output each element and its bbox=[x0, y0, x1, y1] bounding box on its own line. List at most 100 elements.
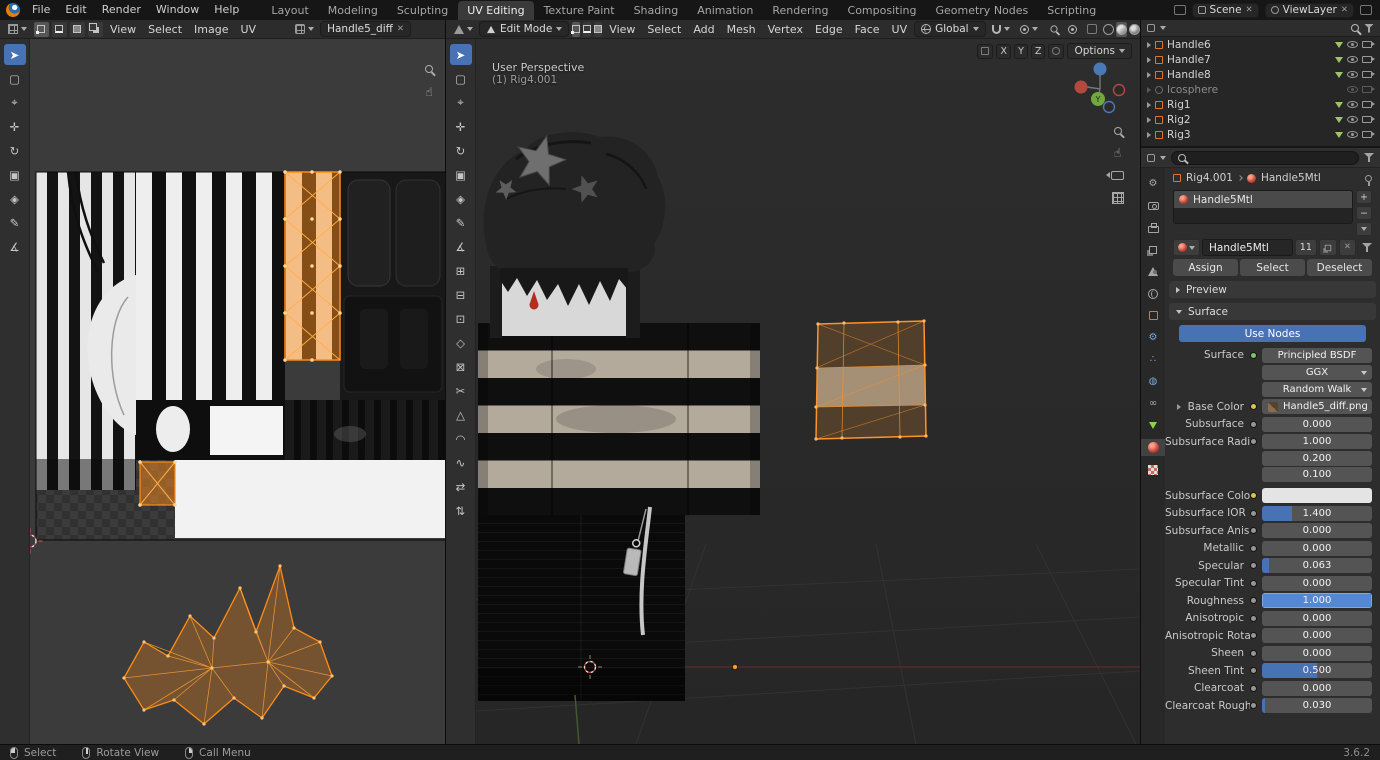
filter-icon[interactable] bbox=[1362, 243, 1372, 252]
expand-icon[interactable] bbox=[1147, 86, 1151, 93]
anisotropic-slider[interactable]: 0.000 bbox=[1262, 610, 1372, 626]
rotate-tool-icon[interactable]: ↻ bbox=[4, 140, 26, 161]
vp-menu-mesh[interactable]: Mesh bbox=[722, 20, 761, 39]
breadcrumb-object[interactable]: Rig4.001 bbox=[1186, 172, 1233, 184]
hide-eye-icon[interactable] bbox=[1347, 86, 1358, 93]
overlays-toggle[interactable] bbox=[1064, 24, 1081, 34]
uv-face-select-button[interactable] bbox=[69, 21, 85, 37]
shading-solid-button[interactable] bbox=[1115, 21, 1127, 37]
editors-icon[interactable] bbox=[1173, 5, 1186, 15]
preview-panel-header[interactable]: Preview bbox=[1169, 281, 1376, 298]
render-visibility-icon[interactable] bbox=[1362, 71, 1375, 78]
vp-menu-select[interactable]: Select bbox=[642, 20, 686, 39]
subsurface-color-swatch[interactable] bbox=[1262, 488, 1372, 503]
tab-modifiers[interactable]: ⚙ bbox=[1141, 329, 1165, 346]
workspace-tab-scripting[interactable]: Scripting bbox=[1038, 1, 1105, 20]
snap-options-icon[interactable] bbox=[1048, 43, 1065, 59]
transform-tool-icon[interactable]: ◈ bbox=[450, 188, 472, 209]
filter-icon[interactable] bbox=[1364, 153, 1374, 162]
snap-toggle[interactable] bbox=[988, 24, 1014, 34]
outliner-row-rig1[interactable]: Rig1 bbox=[1141, 97, 1380, 112]
uv-canvas[interactable] bbox=[30, 39, 445, 744]
metallic-slider[interactable]: 0.000 bbox=[1262, 540, 1372, 556]
tab-object-data[interactable] bbox=[1141, 417, 1165, 434]
outliner-row-handle8[interactable]: Handle8 bbox=[1141, 67, 1380, 82]
select-box-tool-icon[interactable]: ▢ bbox=[450, 68, 472, 89]
uv-menu-uv[interactable]: UV bbox=[236, 20, 262, 39]
show-gizmo-toggle[interactable] bbox=[1046, 25, 1062, 33]
options-dropdown[interactable]: Options bbox=[1067, 43, 1132, 59]
roughness-slider[interactable]: 1.000 bbox=[1262, 593, 1372, 608]
tab-texture[interactable] bbox=[1141, 461, 1165, 478]
render-visibility-icon[interactable] bbox=[1362, 101, 1375, 108]
tab-world[interactable] bbox=[1141, 285, 1165, 302]
hide-eye-icon[interactable] bbox=[1347, 71, 1358, 78]
expand-icon[interactable] bbox=[1177, 403, 1181, 410]
mirror-z-button[interactable]: Z bbox=[1030, 43, 1046, 59]
properties-editor-icon[interactable] bbox=[1147, 153, 1155, 162]
edge-slide-tool-icon[interactable]: ⇄ bbox=[450, 476, 472, 497]
poly-build-tool-icon[interactable]: △ bbox=[450, 404, 472, 425]
uv-menu-image[interactable]: Image bbox=[189, 20, 233, 39]
workspace-tab-compositing[interactable]: Compositing bbox=[839, 1, 926, 20]
rotate-tool-icon[interactable]: ↻ bbox=[450, 140, 472, 161]
vp-menu-face[interactable]: Face bbox=[850, 20, 885, 39]
knife-tool-icon[interactable]: ✂ bbox=[450, 380, 472, 401]
transform-tool-icon[interactable]: ◈ bbox=[4, 188, 26, 209]
menu-file[interactable]: File bbox=[25, 0, 57, 20]
add-cube-tool-icon[interactable]: ⊞ bbox=[450, 260, 472, 281]
workspace-tab-uv-editing[interactable]: UV Editing bbox=[458, 0, 534, 20]
viewlayer-selector[interactable]: ViewLayer ✕ bbox=[1264, 2, 1354, 18]
uv-menu-select[interactable]: Select bbox=[143, 20, 187, 39]
select-box-tool-icon[interactable]: ▢ bbox=[4, 68, 26, 89]
vertex-select-button[interactable] bbox=[570, 21, 580, 37]
tab-object[interactable] bbox=[1141, 307, 1165, 324]
hide-eye-icon[interactable] bbox=[1347, 56, 1358, 63]
pin-icon[interactable] bbox=[1365, 174, 1372, 186]
measure-tool-icon[interactable]: ∡ bbox=[4, 236, 26, 257]
render-visibility-icon[interactable] bbox=[1362, 116, 1375, 123]
sheen-slider[interactable]: 0.000 bbox=[1262, 645, 1372, 661]
user-count-badge[interactable]: 11 bbox=[1294, 239, 1317, 256]
cursor-tool-icon[interactable]: ⌖ bbox=[4, 92, 26, 113]
clearcoat-slider[interactable]: 0.000 bbox=[1262, 680, 1372, 696]
vp-menu-add[interactable]: Add bbox=[688, 20, 719, 39]
vp-menu-view[interactable]: View bbox=[604, 20, 640, 39]
annotate-tool-icon[interactable]: ✎ bbox=[450, 212, 472, 233]
breadcrumb-material[interactable]: Handle5Mtl bbox=[1261, 172, 1321, 184]
extrude-tool-icon[interactable]: ⊟ bbox=[450, 284, 472, 305]
browse-material-button[interactable] bbox=[1173, 239, 1200, 256]
bevel-tool-icon[interactable]: ◇ bbox=[450, 332, 472, 353]
uv-edge-select-button[interactable] bbox=[51, 21, 67, 37]
subsurface-radius-x-field[interactable]: 1.000 bbox=[1262, 434, 1372, 449]
tab-render[interactable] bbox=[1141, 197, 1165, 214]
specular-slider[interactable]: 0.063 bbox=[1262, 558, 1372, 573]
expand-icon[interactable] bbox=[1147, 56, 1151, 63]
outliner-row-rig3[interactable]: Rig3 bbox=[1141, 127, 1380, 142]
surface-panel-header[interactable]: Surface bbox=[1169, 303, 1376, 320]
render-visibility-icon[interactable] bbox=[1362, 131, 1375, 138]
loop-cut-tool-icon[interactable]: ⊠ bbox=[450, 356, 472, 377]
base-color-image-field[interactable]: Handle5_diff.png bbox=[1262, 399, 1372, 414]
workspace-tab-shading[interactable]: Shading bbox=[625, 1, 688, 20]
uv-editor-type-button[interactable] bbox=[4, 24, 31, 34]
use-nodes-button[interactable]: Use Nodes bbox=[1179, 325, 1366, 342]
workspace-tab-layout[interactable]: Layout bbox=[262, 1, 317, 20]
tab-particles[interactable]: ∴ bbox=[1141, 351, 1165, 368]
tab-material[interactable] bbox=[1141, 439, 1165, 456]
outliner-display-mode-icon[interactable] bbox=[1147, 24, 1155, 32]
filter-icon[interactable] bbox=[1364, 23, 1374, 33]
material-slot-row[interactable]: Handle5Mtl bbox=[1174, 191, 1352, 208]
proportional-editing-toggle[interactable] bbox=[1016, 24, 1042, 34]
tab-scene[interactable] bbox=[1141, 263, 1165, 280]
image-name-field[interactable]: Handle5_diff ✕ bbox=[320, 21, 411, 37]
deselect-button[interactable]: Deselect bbox=[1307, 259, 1372, 276]
expand-icon[interactable] bbox=[1147, 131, 1151, 138]
vp-menu-edge[interactable]: Edge bbox=[810, 20, 848, 39]
smooth-tool-icon[interactable]: ∿ bbox=[450, 452, 472, 473]
navigation-gizmo[interactable]: Y bbox=[1072, 59, 1128, 115]
zoom-icon[interactable] bbox=[425, 65, 433, 73]
expand-icon[interactable] bbox=[1147, 71, 1151, 78]
scene-selector[interactable]: Scene ✕ bbox=[1191, 2, 1259, 18]
browse-image-button[interactable] bbox=[291, 24, 318, 34]
